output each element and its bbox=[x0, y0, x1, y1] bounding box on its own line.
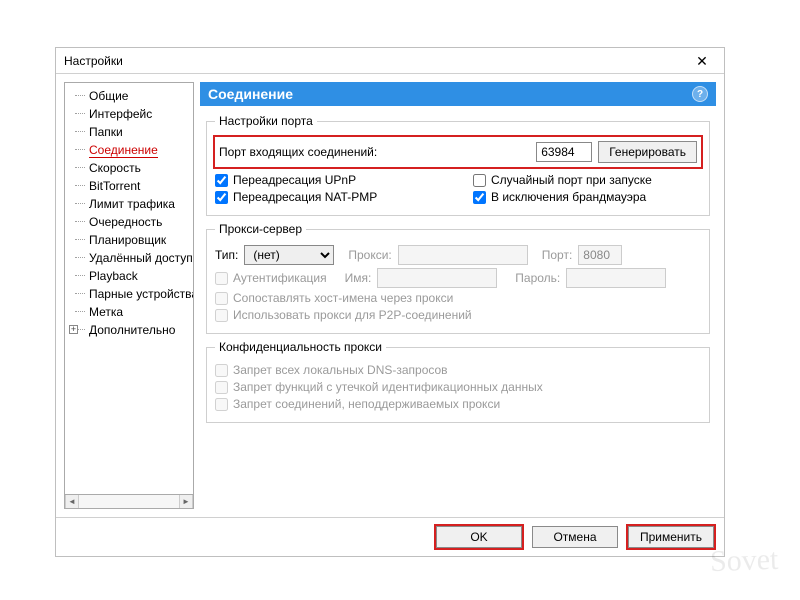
port-row-highlighted: Порт входящих соединений: Генерировать bbox=[215, 137, 701, 167]
firewall-checkbox[interactable]: В исключения брандмауэра bbox=[473, 190, 646, 204]
content-pane: Соединение ? Настройки порта Порт входящ… bbox=[200, 82, 716, 509]
proxy-user-input bbox=[377, 268, 497, 288]
help-icon[interactable]: ? bbox=[692, 86, 708, 102]
tree-item-speed[interactable]: Скорость bbox=[67, 159, 193, 177]
proxy-auth-checkbox: Аутентификация bbox=[215, 271, 327, 285]
tree-item-connection[interactable]: Соединение bbox=[67, 141, 193, 159]
proxy-port-label: Порт: bbox=[542, 248, 573, 262]
privacy-dns-checkbox: Запрет всех локальных DNS-запросов bbox=[215, 363, 448, 377]
proxy-type-select[interactable]: (нет) bbox=[244, 245, 334, 265]
tree-item-bittorrent[interactable]: BitTorrent bbox=[67, 177, 193, 195]
settings-window: Настройки ✕ Общие Интерфейс Папки Соедин… bbox=[55, 47, 725, 557]
proxy-port-input bbox=[578, 245, 622, 265]
tree-item-label[interactable]: Метка bbox=[67, 303, 193, 321]
port-input[interactable] bbox=[536, 142, 592, 162]
proxy-p2p-checkbox: Использовать прокси для P2P-соединений bbox=[215, 308, 472, 322]
dialog-body: Общие Интерфейс Папки Соединение Скорост… bbox=[56, 74, 724, 517]
scroll-left-icon[interactable]: ◄ bbox=[65, 495, 79, 508]
tree-item-scheduler[interactable]: Планировщик bbox=[67, 231, 193, 249]
privacy-leak-checkbox: Запрет функций с утечкой идентификационн… bbox=[215, 380, 543, 394]
proxy-resolve-checkbox: Сопоставлять хост-имена через прокси bbox=[215, 291, 453, 305]
close-icon: ✕ bbox=[696, 54, 708, 68]
category-tree-wrap: Общие Интерфейс Папки Соединение Скорост… bbox=[64, 82, 194, 509]
proxy-group: Прокси-сервер Тип: (нет) Прокси: Порт: А… bbox=[206, 222, 710, 334]
proxy-pass-input bbox=[566, 268, 666, 288]
section-header: Соединение ? bbox=[200, 82, 716, 106]
generate-button[interactable]: Генерировать bbox=[598, 141, 697, 163]
cancel-button[interactable]: Отмена bbox=[532, 526, 618, 548]
proxy-type-label: Тип: bbox=[215, 248, 238, 262]
tree-item-advanced[interactable]: + Дополнительно bbox=[67, 321, 193, 339]
proxy-type-row: Тип: (нет) Прокси: Порт: bbox=[215, 245, 701, 265]
titlebar: Настройки ✕ bbox=[56, 48, 724, 74]
natpmp-checkbox[interactable]: Переадресация NAT-PMP bbox=[215, 190, 377, 204]
tree-item-folders[interactable]: Папки bbox=[67, 123, 193, 141]
proxy-pass-label: Пароль: bbox=[515, 271, 560, 285]
close-button[interactable]: ✕ bbox=[684, 50, 720, 72]
proxy-host-label: Прокси: bbox=[348, 248, 391, 262]
proxy-host-input bbox=[398, 245, 528, 265]
port-label: Порт входящих соединений: bbox=[219, 145, 530, 159]
random-port-checkbox[interactable]: Случайный порт при запуске bbox=[473, 173, 652, 187]
port-checkbox-cols: Переадресация UPnP Переадресация NAT-PMP… bbox=[215, 170, 701, 207]
privacy-group: Конфиденциальность прокси Запрет всех ло… bbox=[206, 340, 710, 423]
expand-icon[interactable]: + bbox=[69, 325, 78, 334]
ok-button[interactable]: OK bbox=[436, 526, 522, 548]
proxy-auth-row: Аутентификация Имя: Пароль: bbox=[215, 268, 701, 288]
tree-item-queue[interactable]: Очередность bbox=[67, 213, 193, 231]
scroll-right-icon[interactable]: ► bbox=[179, 495, 193, 508]
privacy-legend: Конфиденциальность прокси bbox=[215, 340, 386, 354]
tree-item-general[interactable]: Общие bbox=[67, 87, 193, 105]
category-tree[interactable]: Общие Интерфейс Папки Соединение Скорост… bbox=[64, 82, 194, 495]
tree-item-traffic-limit[interactable]: Лимит трафика bbox=[67, 195, 193, 213]
proxy-user-label: Имя: bbox=[345, 271, 372, 285]
tree-item-remote[interactable]: Удалённый доступ bbox=[67, 249, 193, 267]
dialog-footer: OK Отмена Применить bbox=[56, 517, 724, 556]
tree-hscrollbar[interactable]: ◄ ► bbox=[64, 495, 194, 509]
port-settings-legend: Настройки порта bbox=[215, 114, 317, 128]
tree-item-paired-devices[interactable]: Парные устройства bbox=[67, 285, 193, 303]
privacy-unsupported-checkbox: Запрет соединений, неподдерживаемых прок… bbox=[215, 397, 500, 411]
proxy-legend: Прокси-сервер bbox=[215, 222, 306, 236]
port-settings-group: Настройки порта Порт входящих соединений… bbox=[206, 114, 710, 216]
settings-panel: Настройки порта Порт входящих соединений… bbox=[200, 106, 716, 509]
apply-button[interactable]: Применить bbox=[628, 526, 714, 548]
tree-item-playback[interactable]: Playback bbox=[67, 267, 193, 285]
tree-item-interface[interactable]: Интерфейс bbox=[67, 105, 193, 123]
upnp-checkbox[interactable]: Переадресация UPnP bbox=[215, 173, 356, 187]
scroll-track[interactable] bbox=[79, 495, 179, 508]
window-title: Настройки bbox=[64, 54, 123, 68]
section-title: Соединение bbox=[208, 86, 293, 102]
